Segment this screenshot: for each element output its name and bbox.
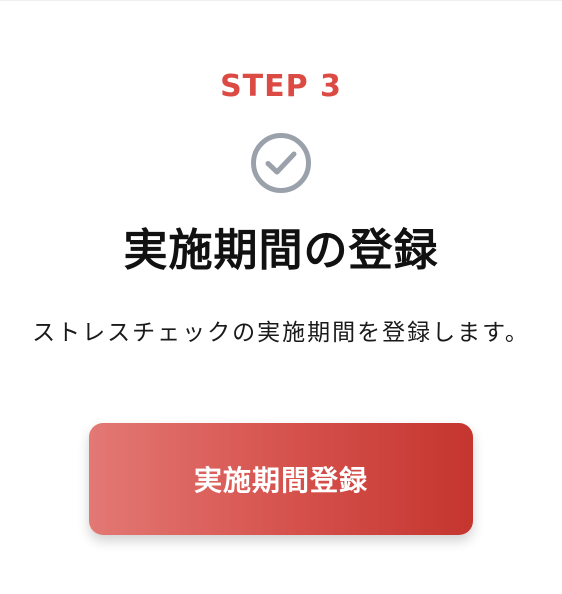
step-label: STEP 3 [220,69,342,104]
page-title: 実施期間の登録 [123,225,439,276]
check-circle-icon [251,133,311,193]
register-period-button[interactable]: 実施期間登録 [89,423,473,535]
step-card: STEP 3 実施期間の登録 ストレスチェックの実施期間を登録します。 実施期間… [0,0,562,594]
step-description: ストレスチェックの実施期間を登録します。 [32,320,530,346]
